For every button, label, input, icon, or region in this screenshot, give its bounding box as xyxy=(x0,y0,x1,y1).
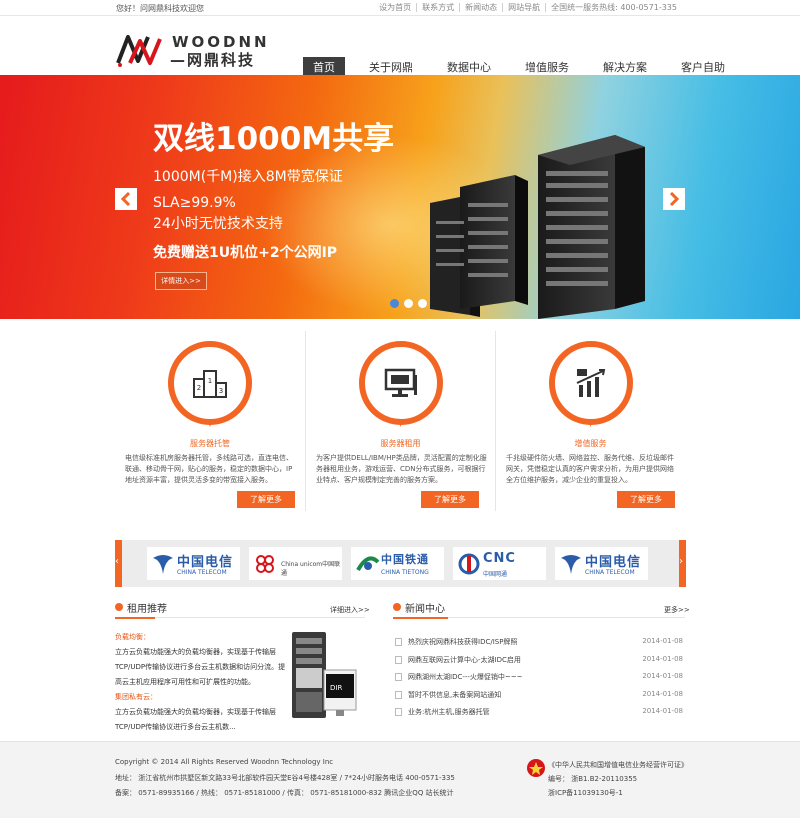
service-desc: 千兆级硬件防火墙、网络监控、服务代维、反垃圾邮件网关，凭借稳定认真的客户需求分析… xyxy=(506,454,674,484)
set-homepage-link[interactable]: 设为首页 xyxy=(374,3,416,12)
banner-pagination xyxy=(390,299,432,308)
top-links: 设为首页 联系方式 新闻动态 网站导航 全国统一服务热线: 400-0571-3… xyxy=(374,3,682,12)
chevron-left-icon: ‹ xyxy=(115,556,119,567)
monitor-icon xyxy=(384,368,417,397)
logo-mark-icon xyxy=(116,35,162,67)
learn-more-button[interactable]: 了解更多 xyxy=(421,491,479,508)
hero-banner: 双线1000M共享 1000M(千M)接入8M带宽保证 SLA≥99.9% 24… xyxy=(0,75,800,319)
banner-line-3: 24小时无忧技术支持 xyxy=(153,216,283,232)
banner-dot-2[interactable] xyxy=(404,299,413,308)
server-rack-image xyxy=(430,135,645,319)
banner-line-2: SLA≥99.9% xyxy=(153,195,236,211)
banner-next-button[interactable] xyxy=(663,188,685,210)
news-link[interactable]: 新闻动态 xyxy=(459,3,502,12)
learn-more-button[interactable]: 了解更多 xyxy=(617,491,675,508)
banner-headline: 双线1000M共享 xyxy=(153,121,395,157)
rent-more-link[interactable]: 详细进入>> xyxy=(330,605,370,615)
header: WOODNN —网鼎科技— 首页 关于网鼎 数据中心 增值服务 解决方案 客户自… xyxy=(0,16,800,88)
service-card-hosting: 1 2 3 服务器托管 电信级标准机房服务器托管，多线路可选，直连电信、联通、移… xyxy=(115,331,305,511)
license-badge-icon xyxy=(527,759,545,777)
news-section-title: 新闻中心 xyxy=(405,604,445,615)
services-section: 1 2 3 服务器托管 电信级标准机房服务器托管，多线路可选，直连电信、联通、移… xyxy=(115,331,685,511)
partner-logo-cnc[interactable]: CNC 中国网通 xyxy=(453,547,546,580)
learn-more-button[interactable]: 了解更多 xyxy=(237,491,295,508)
partner-logo-china-telecom[interactable]: 中国电信 CHINA TELECOM xyxy=(147,547,240,580)
partner-logo-china-unicom[interactable]: China unicom中国联通 xyxy=(249,547,342,580)
telecom-logo-icon xyxy=(561,555,581,574)
service-title: 服务器托管 xyxy=(190,439,230,448)
footer: Copyright © 2014 All Rights Reserved Woo… xyxy=(0,741,800,818)
rent-section-title: 租用推荐 xyxy=(127,604,167,615)
news-list: 热烈庆祝网鼎科技获得IDC/ISP牌照 2014-01-08 网鼎互联网云计算中… xyxy=(395,636,685,724)
partners-carousel: ‹ › 中国电信 CHINA TELECOM China unicom中国联通 … xyxy=(115,540,686,587)
section-bullet-icon xyxy=(115,603,123,611)
footer-copyright: Copyright © 2014 All Rights Reserved Woo… xyxy=(115,758,334,766)
icp-number[interactable]: 浙ICP备11039130号-1 xyxy=(548,788,623,798)
podium-icon: 1 2 3 xyxy=(193,370,227,398)
banner-line-4: 免费赠送1U机位+2个公网IP xyxy=(153,245,338,261)
site-logo[interactable]: WOODNN —网鼎科技— xyxy=(116,33,271,88)
product-label: DIR xyxy=(330,684,342,692)
partners-next-button[interactable]: › xyxy=(679,540,686,587)
top-bar: 您好！问网鼎科技欢迎您 设为首页 联系方式 新闻动态 网站导航 全国统一服务热线… xyxy=(0,0,800,16)
svg-text:2: 2 xyxy=(197,384,201,392)
svg-text:1: 1 xyxy=(208,377,212,385)
document-icon xyxy=(395,708,402,716)
license-number: 编号： 浙B1.B2-20110355 xyxy=(548,775,638,783)
sitemap-link[interactable]: 网站导航 xyxy=(502,3,545,12)
banner-details-button[interactable]: 详情进入>> xyxy=(155,272,207,290)
news-item[interactable]: 业务:杭州主机,服务器托管 2014-01-08 xyxy=(395,706,685,724)
news-more-link[interactable]: 更多>> xyxy=(664,605,690,615)
partner-logo-china-tietong[interactable]: 中国铁通 CHINA TIETONG xyxy=(351,547,444,580)
banner-dot-1[interactable] xyxy=(390,299,399,308)
service-desc: 为客户提供DELL/IBM/HP类品牌，灵活配置的定制化服务器租用业务，游戏运营… xyxy=(316,454,487,484)
news-item[interactable]: 网鼎湖州太湖IDC---火爆促销中~~~ 2014-01-08 xyxy=(395,671,685,689)
license-title[interactable]: 《中华人民共和国增值电信业务经营许可证》 xyxy=(548,760,688,770)
document-icon xyxy=(395,638,402,646)
unicom-logo-icon xyxy=(256,555,274,573)
rent-description: 负载均衡： 立方云负载功能强大的负载均衡器，实现基于传输层 TCP/UDP传输协… xyxy=(115,633,286,731)
server-product-image: DIR xyxy=(292,632,357,718)
tietong-logo-icon xyxy=(356,556,380,572)
cnc-logo-icon xyxy=(458,553,480,575)
chevron-right-icon xyxy=(669,192,680,206)
banner-line-1: 1000M(千M)接入8M带宽保证 xyxy=(153,169,343,185)
partner-logo-china-telecom-2[interactable]: 中国电信 CHINA TELECOM xyxy=(555,547,648,580)
document-icon xyxy=(395,673,402,681)
telecom-logo-icon xyxy=(153,555,173,574)
welcome-text: 您好！问网鼎科技欢迎您 xyxy=(116,4,204,13)
hotline-text: 全国统一服务热线: 400-0571-335 xyxy=(545,3,682,12)
service-title: 服务器租用 xyxy=(380,439,421,448)
banner-dot-3[interactable] xyxy=(418,299,427,308)
banner-prev-button[interactable] xyxy=(115,188,137,210)
service-desc: 电信级标准机房服务器托管，多线路可选，直连电信、联通、移动骨干网，贴心的服务，稳… xyxy=(125,454,293,484)
service-card-rental: 服务器租用 为客户提供DELL/IBM/HP类品牌，灵活配置的定制化服务器租用业… xyxy=(305,331,495,511)
contact-link[interactable]: 联系方式 xyxy=(416,3,459,12)
service-title: 增值服务 xyxy=(574,439,607,448)
news-item[interactable]: 暂时不供信息,未备案网站通知 2014-01-08 xyxy=(395,689,685,707)
news-item[interactable]: 热烈庆祝网鼎科技获得IDC/ISP牌照 2014-01-08 xyxy=(395,636,685,654)
footer-contact: 备案： 0571-89935166 / 热线： 0571-85181000 / … xyxy=(115,789,454,797)
service-card-value-added: 增值服务 千兆级硬件防火墙、网络监控、服务代维、反垃圾邮件网关，凭借稳定认真的客… xyxy=(495,331,685,511)
news-item[interactable]: 网鼎互联网云计算中心-太湖IDC启用 2014-01-08 xyxy=(395,654,685,672)
footer-address: 地址： 浙江省杭州市拱墅区新文路33号北部软件园天堂E谷4号楼428室 / 7*… xyxy=(115,774,455,782)
document-icon xyxy=(395,690,402,699)
chevron-left-icon xyxy=(120,192,131,206)
svg-text:3: 3 xyxy=(219,387,223,395)
chevron-right-icon: › xyxy=(679,556,683,567)
document-icon xyxy=(395,655,402,664)
section-bullet-icon xyxy=(393,603,401,611)
partners-prev-button[interactable]: ‹ xyxy=(115,540,122,587)
growth-chart-icon xyxy=(576,369,605,397)
